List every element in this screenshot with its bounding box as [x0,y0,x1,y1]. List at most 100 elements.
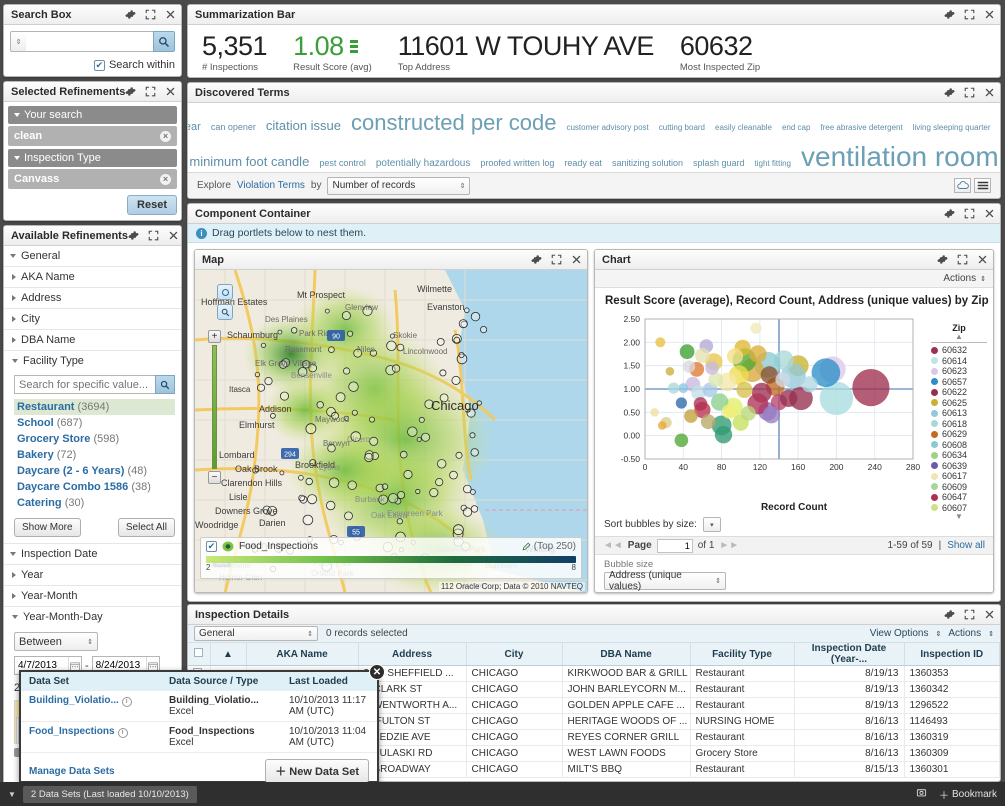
chevron-down-icon[interactable]: ⇕ [980,275,986,283]
manage-data-sets-link[interactable]: Manage Data Sets [29,766,115,777]
search-within-checkbox[interactable] [93,59,105,71]
map-marker[interactable] [351,409,358,416]
close-icon[interactable] [165,86,176,97]
search-scope-dropdown[interactable]: ⇕ [10,31,26,52]
refinement-item-address[interactable]: Address [4,288,181,309]
zoom-slider[interactable] [212,345,217,469]
legend-item[interactable]: 60609 [931,482,987,493]
bubble[interactable] [801,376,818,393]
map-marker[interactable] [280,391,290,401]
sort-column-header[interactable]: ▲ [210,643,247,666]
map-marker[interactable] [452,524,464,536]
first-page-icon[interactable]: ◄◄ [603,540,623,551]
expand-icon[interactable] [145,9,156,20]
legend-item[interactable]: 60625 [931,398,987,409]
column-header-city[interactable]: City [466,643,563,666]
facet-value[interactable]: Daycare (2 - 6 Years) (48) [14,463,175,479]
show-more-button[interactable]: Show More [14,518,81,537]
map-marker[interactable] [343,367,351,375]
legend-scroll-up-icon[interactable]: ▲ [931,333,987,341]
explore-field[interactable]: Violation Terms [237,180,305,191]
term-cloud-item[interactable]: ready eat [564,158,602,168]
column-header-address[interactable]: Address [358,643,467,666]
term-cloud-item[interactable]: constructed per code [351,110,556,136]
facet-value[interactable]: Catering (30) [14,495,175,511]
facet-search-input[interactable] [14,375,155,394]
map-marker[interactable] [369,436,379,446]
close-icon[interactable]: ✕ [369,664,385,680]
legend-item[interactable]: 60608 [931,440,987,451]
expand-icon[interactable] [148,230,159,241]
map-marker[interactable] [302,514,314,526]
close-icon[interactable] [571,254,582,265]
map-marker[interactable] [298,475,304,481]
info-icon[interactable]: i [117,727,128,738]
map-zoom-control[interactable]: + − [208,330,221,484]
map-marker[interactable] [469,432,476,439]
map-marker[interactable] [307,494,318,505]
bubble[interactable] [741,405,756,421]
gear-icon[interactable] [937,254,948,265]
map-marker[interactable] [290,327,298,334]
map-marker[interactable] [257,383,266,392]
term-cloud-item[interactable]: living sleeping quarter [913,123,991,132]
bubble[interactable] [779,389,798,407]
bubble-size-select[interactable]: Address (unique values) ⇕ [604,570,726,592]
bubble-chart-svg[interactable]: 2.50 2.00 1.50 1.00 0.50 0.00 -0.500 40 80 120 160… [603,309,943,501]
data-set-row[interactable]: Building_Violatio... i Building_Violatio.… [21,691,377,722]
next-page-icon[interactable]: ►► [719,540,739,551]
chevron-down-icon[interactable]: ⇕ [988,630,994,638]
map-marker[interactable] [392,364,401,373]
column-header-inspection-date[interactable]: Inspection Date (Year-... [794,643,905,666]
edit-icon[interactable] [522,542,531,551]
explore-metric-select[interactable]: Number of records ⇕ [327,176,471,195]
gear-icon[interactable] [944,609,955,620]
bubble[interactable] [657,421,667,430]
new-data-set-button[interactable]: ＋ New Data Set [265,759,369,783]
remove-refinement-icon[interactable]: × [160,130,171,142]
chevron-down-icon[interactable]: ⇕ [935,630,941,638]
refinement-section-general[interactable]: General [4,246,181,267]
map-marker[interactable] [364,452,374,463]
term-cloud-item[interactable]: cutting board [659,123,705,132]
map-marker[interactable] [344,511,353,521]
map-marker[interactable] [449,470,458,480]
zoom-out-icon[interactable]: − [208,471,221,484]
refinement-item-year[interactable]: Year [4,565,181,586]
map-marker[interactable] [479,325,488,334]
map-marker[interactable] [279,470,285,476]
bubble[interactable] [721,404,737,419]
refinement-section-inspection-date[interactable]: Inspection Date [4,543,181,565]
gear-icon[interactable] [944,87,955,98]
refinement-group-header[interactable]: Inspection Type [8,149,177,167]
table-actions-menu[interactable]: Actions [948,628,981,639]
chart-actions-label[interactable]: Actions [943,273,976,284]
snapshot-icon[interactable] [916,787,927,801]
gear-icon[interactable] [531,254,542,265]
bubble[interactable] [700,414,716,430]
bubble[interactable] [650,408,659,417]
bubble[interactable] [655,337,666,348]
map-layer-checkbox[interactable] [206,541,217,552]
map-marker[interactable] [270,412,276,419]
map-marker[interactable] [403,469,413,480]
map-marker[interactable] [368,416,375,423]
column-header-facility-type[interactable]: Facility Type [690,643,795,666]
data-set-link[interactable]: Food_Inspections [29,726,115,737]
map-marker[interactable] [439,369,447,377]
close-icon[interactable] [977,254,988,265]
map-marker[interactable] [298,494,305,502]
term-cloud-item[interactable]: tight fitting [755,159,791,168]
map-marker[interactable] [415,488,421,495]
select-all-column-header[interactable] [188,643,211,666]
map-marker[interactable] [325,500,336,511]
close-icon[interactable] [168,230,179,241]
bubble[interactable] [665,367,675,376]
bubble[interactable] [682,360,696,373]
legend-item[interactable]: 60623 [931,366,987,377]
refinement-group-header[interactable]: Your search [8,106,177,124]
expand-icon[interactable] [957,254,968,265]
term-cloud-item[interactable]: ventilation room [801,141,999,173]
gear-icon[interactable] [125,9,136,20]
refinement-item-city[interactable]: City [4,309,181,330]
